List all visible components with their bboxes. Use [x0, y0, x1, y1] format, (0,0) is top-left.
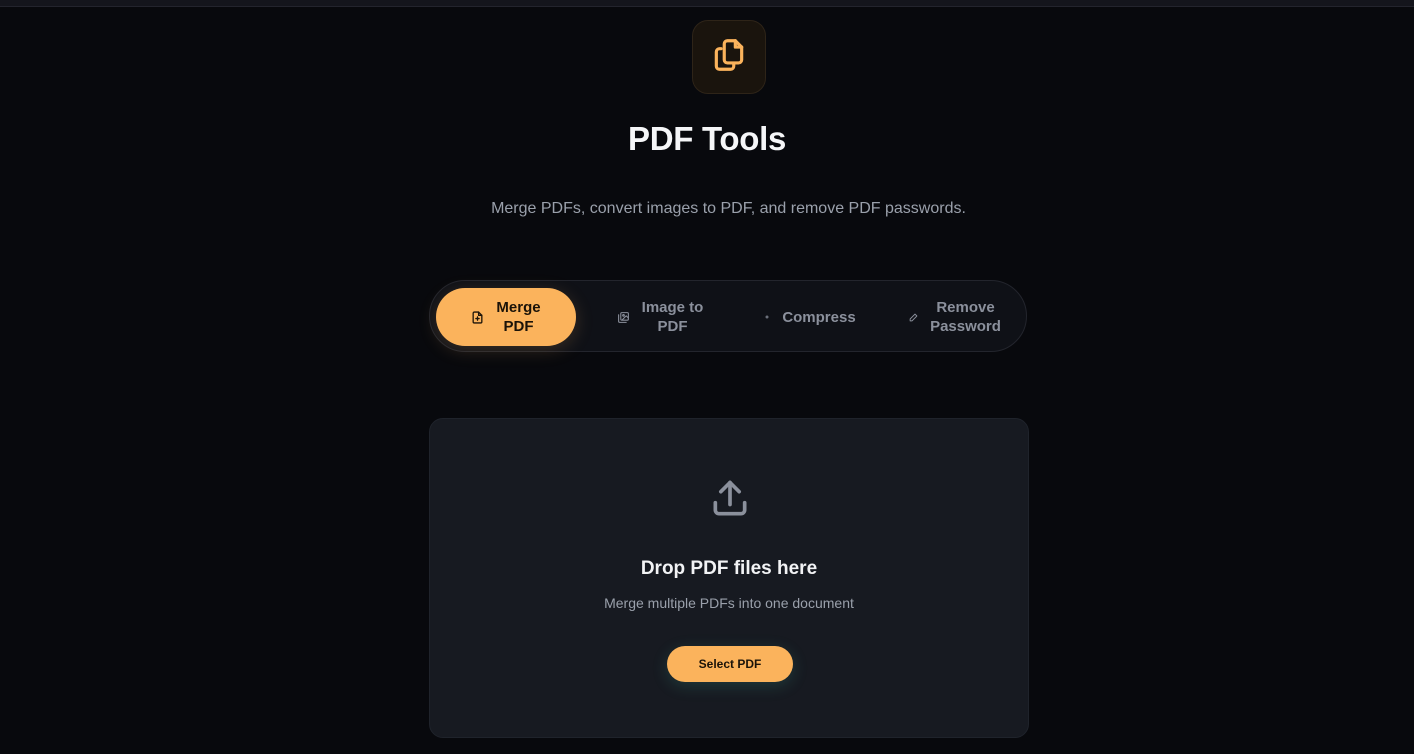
window-top-strip [0, 0, 1414, 7]
page-subtitle: Merge PDFs, convert images to PDF, and r… [491, 200, 966, 217]
tab-label: Remove Password [930, 299, 1001, 335]
images-icon [617, 311, 630, 324]
tab-label: Compress [782, 308, 856, 326]
file-plus-icon [471, 310, 484, 324]
file-dropzone[interactable]: Drop PDF files here Merge multiple PDFs … [429, 418, 1029, 738]
tab-compress[interactable]: Compress [740, 288, 880, 346]
tab-label: Merge PDF [496, 299, 541, 335]
tab-image-to-pdf[interactable]: Image to PDF [590, 288, 730, 346]
tool-tabs: Merge PDF Image to PDF Compress Remove P… [429, 280, 1027, 352]
tab-label: Image to PDF [641, 299, 704, 335]
tab-remove-password[interactable]: Remove Password [890, 288, 1020, 346]
select-pdf-button[interactable]: Select PDF [667, 646, 793, 682]
dropzone-subtitle: Merge multiple PDFs into one document [604, 595, 854, 611]
app-logo [692, 20, 766, 94]
upload-icon [708, 477, 752, 521]
pencil-icon [909, 313, 918, 322]
copy-icon [710, 36, 748, 79]
dropzone-title: Drop PDF files here [640, 558, 818, 579]
page-title: PDF Tools [627, 120, 786, 157]
dot-icon [764, 314, 770, 320]
tab-merge-pdf[interactable]: Merge PDF [436, 288, 576, 346]
